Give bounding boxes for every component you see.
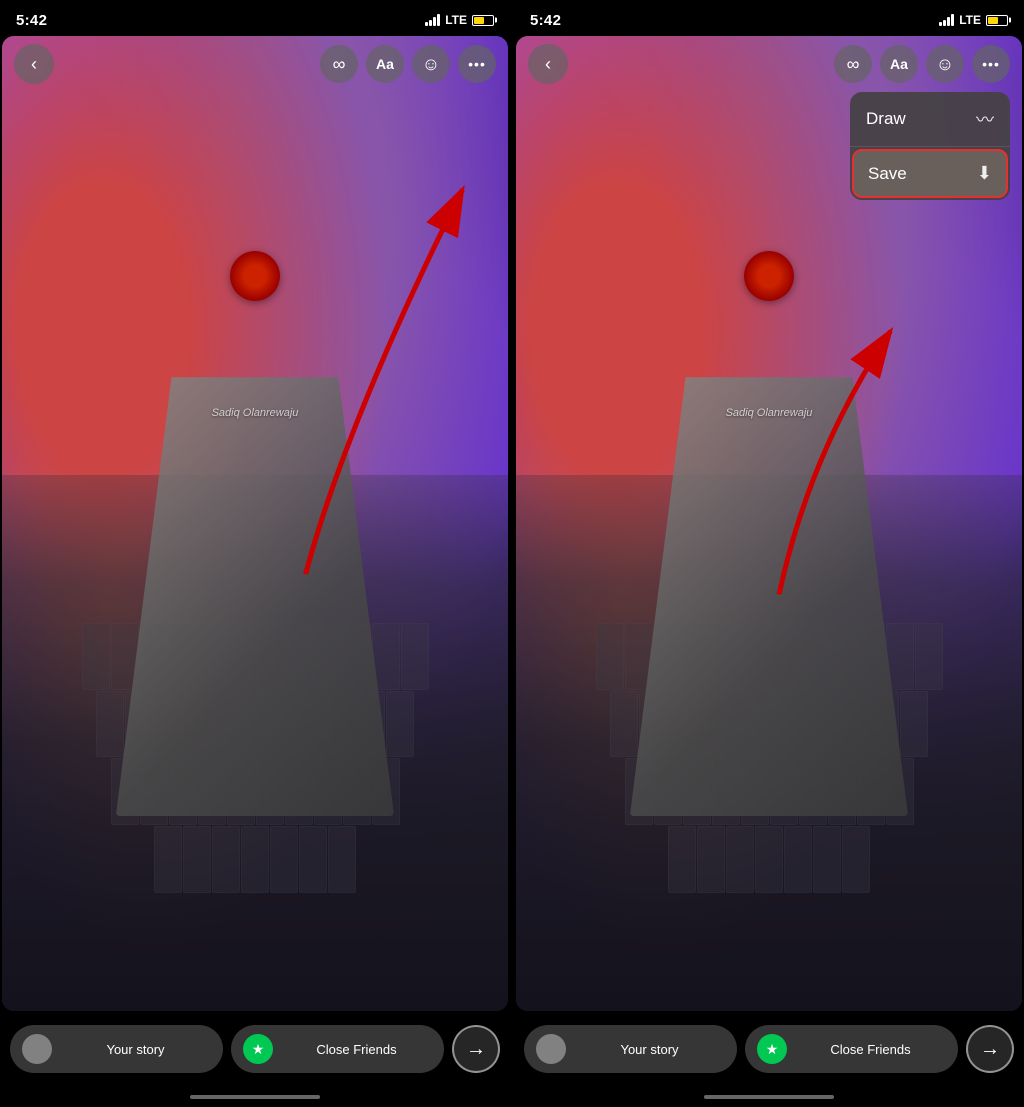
right-your-story-label: Your story	[574, 1042, 725, 1057]
left-watermark: Sadiq Olanrewaju	[212, 407, 299, 419]
left-status-bar: 5:42 LTE	[0, 0, 510, 36]
left-avatar	[22, 1034, 52, 1064]
right-avatar	[536, 1034, 566, 1064]
right-more-button[interactable]: •••	[972, 45, 1010, 83]
right-send-icon: →	[980, 1038, 1000, 1061]
left-story-content[interactable]: Sadiq Olanrewaju ‹ ∞ Aa ☺	[2, 36, 508, 1011]
right-close-friends-button[interactable]: ★ Close Friends	[745, 1025, 958, 1073]
right-controls-right: ∞ Aa ☺ •••	[834, 45, 1010, 83]
right-signal-icon	[939, 14, 954, 26]
left-status-time: 5:42	[16, 12, 47, 29]
right-draw-item[interactable]: Draw 〰	[850, 92, 1010, 147]
right-green-star-icon: ★	[757, 1034, 787, 1064]
kb-row-r	[520, 826, 1018, 893]
right-sticker-icon: ☺	[936, 54, 954, 75]
right-save-icon: ⬇	[977, 163, 992, 184]
right-infinity-icon: ∞	[847, 54, 860, 75]
left-lte-icon: LTE	[445, 13, 467, 27]
left-battery-icon	[472, 15, 494, 26]
right-draw-label: Draw	[866, 109, 906, 129]
left-signal-icon	[425, 14, 440, 26]
left-controls-right: ∞ Aa ☺ •••	[320, 45, 496, 83]
right-status-icons: LTE	[939, 13, 1008, 27]
right-story-content[interactable]: Sadiq Olanrewaju ‹ ∞ Aa ☺	[516, 36, 1022, 1011]
left-close-friends-label: Close Friends	[281, 1042, 432, 1057]
right-back-icon: ‹	[545, 54, 551, 75]
right-more-icon: •••	[982, 56, 1000, 72]
right-save-item[interactable]: Save ⬇	[852, 149, 1008, 198]
right-draw-icon: 〰	[976, 106, 994, 132]
right-story-controls: ‹ ∞ Aa ☺ •••	[516, 44, 1022, 84]
left-story-controls: ‹ ∞ Aa ☺ •••	[2, 44, 508, 84]
left-your-story-button[interactable]: Your story	[10, 1025, 223, 1073]
left-home-bar	[190, 1095, 320, 1099]
right-close-friends-label: Close Friends	[795, 1042, 946, 1057]
right-infinity-button[interactable]: ∞	[834, 45, 872, 83]
right-sticker-button[interactable]: ☺	[926, 45, 964, 83]
left-back-icon: ‹	[31, 54, 37, 75]
right-text-button[interactable]: Aa	[880, 45, 918, 83]
left-sticker-icon: ☺	[422, 54, 440, 75]
right-battery-icon	[986, 15, 1008, 26]
right-send-button[interactable]: →	[966, 1025, 1014, 1073]
right-your-story-button[interactable]: Your story	[524, 1025, 737, 1073]
right-home-bar	[704, 1095, 834, 1099]
right-home-indicator	[514, 1091, 1024, 1107]
left-close-friends-button[interactable]: ★ Close Friends	[231, 1025, 444, 1073]
right-text-icon: Aa	[890, 56, 908, 72]
left-infinity-button[interactable]: ∞	[320, 45, 358, 83]
kb-row	[6, 826, 504, 893]
right-status-bar: 5:42 LTE	[514, 0, 1024, 36]
right-bottom-bar: Your story ★ Close Friends →	[514, 1011, 1024, 1091]
left-send-button[interactable]: →	[452, 1025, 500, 1073]
left-rose-decoration	[230, 251, 280, 301]
right-phone-screen: 5:42 LTE	[514, 0, 1024, 1107]
left-text-icon: Aa	[376, 56, 394, 72]
left-home-indicator	[0, 1091, 510, 1107]
right-dropdown-menu: Draw 〰 Save ⬇	[850, 92, 1010, 200]
left-bottom-bar: Your story ★ Close Friends →	[0, 1011, 510, 1091]
right-back-button[interactable]: ‹	[528, 44, 568, 84]
left-more-icon: •••	[468, 56, 486, 72]
left-green-star-icon: ★	[243, 1034, 273, 1064]
screens-container: 5:42 LTE	[0, 0, 1024, 1107]
right-watermark: Sadiq Olanrewaju	[726, 407, 813, 419]
left-infinity-icon: ∞	[333, 54, 346, 75]
left-status-icons: LTE	[425, 13, 494, 27]
right-rose-decoration	[744, 251, 794, 301]
left-sticker-button[interactable]: ☺	[412, 45, 450, 83]
right-lte-icon: LTE	[959, 13, 981, 27]
left-send-icon: →	[466, 1038, 486, 1061]
right-status-time: 5:42	[530, 12, 561, 29]
left-text-button[interactable]: Aa	[366, 45, 404, 83]
left-phone-screen: 5:42 LTE	[0, 0, 510, 1107]
right-save-label: Save	[868, 164, 907, 184]
left-back-button[interactable]: ‹	[14, 44, 54, 84]
left-your-story-label: Your story	[60, 1042, 211, 1057]
left-more-button[interactable]: •••	[458, 45, 496, 83]
